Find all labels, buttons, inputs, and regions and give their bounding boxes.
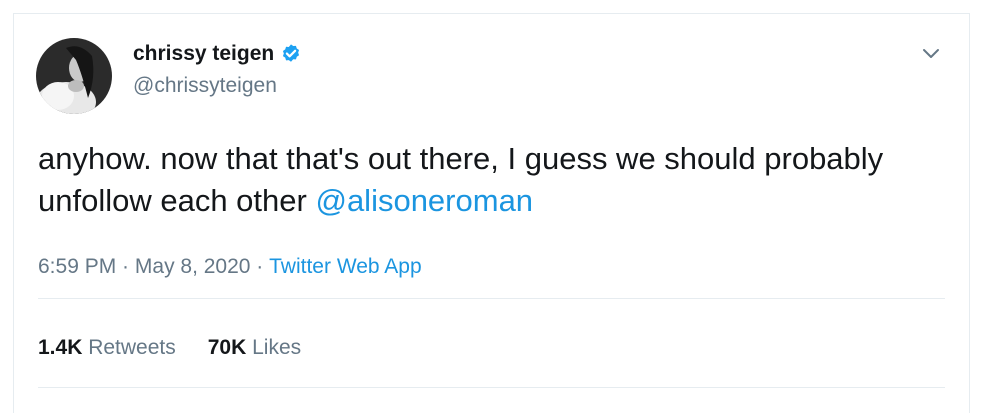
divider [38,298,945,299]
retweets-label: Retweets [88,336,176,359]
chevron-down-icon[interactable] [920,42,942,64]
author-name-row[interactable]: chrissy teigen [133,42,302,66]
tweet-time[interactable]: 6:59 PM [38,255,116,279]
meta-separator: · [250,255,270,278]
retweets-count: 1.4K [38,336,83,359]
avatar[interactable] [36,38,112,114]
engagement-stats: 1.4K Retweets 70K Likes [38,336,301,360]
author-name[interactable]: chrissy teigen [133,42,274,66]
likes-count: 70K [207,336,247,359]
divider [38,387,945,388]
mention-link[interactable]: @alisoneroman [315,183,533,218]
tweet-text: anyhow. now that that's out there, I gue… [38,138,938,222]
retweets-stat[interactable]: 1.4K Retweets [38,336,176,360]
likes-label: Likes [252,336,302,359]
author-handle[interactable]: @chrissyteigen [133,74,277,98]
likes-stat[interactable]: 70K Likes [208,336,301,360]
tweet-meta: 6:59 PM · May 8, 2020 · Twitter Web App [38,255,422,279]
meta-separator: · [116,255,135,278]
tweet-date[interactable]: May 8, 2020 [135,255,251,279]
tweet-card: chrissy teigen @chrissyteigen anyhow. no… [13,13,970,413]
source-app-link[interactable]: Twitter Web App [269,255,422,279]
verified-badge-icon [280,43,302,65]
